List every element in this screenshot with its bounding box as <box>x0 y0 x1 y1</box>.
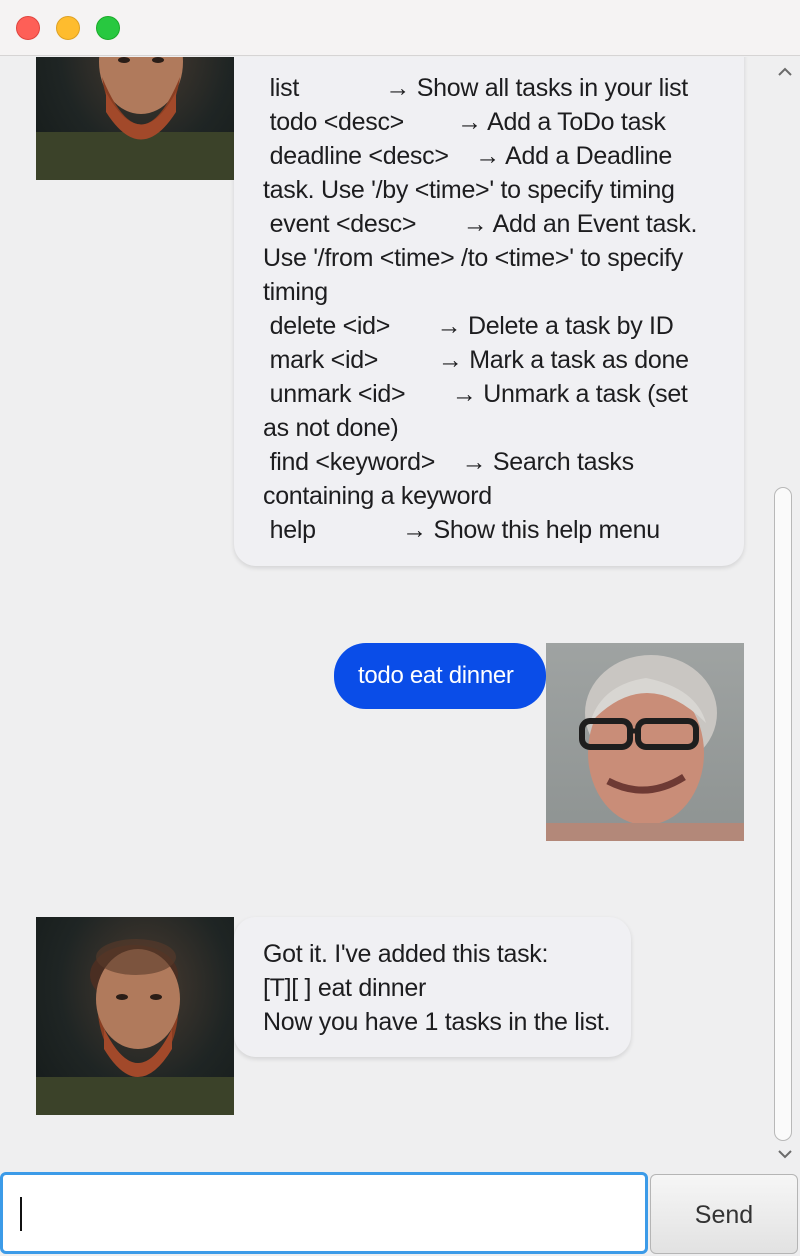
help-command: deadline <desc> <box>263 142 476 170</box>
help-message-bubble: list → Show all tasks in your list todo … <box>234 57 744 566</box>
help-command: delete <id> <box>263 312 437 340</box>
help-row: event <desc> → Add an Event task. Use '/… <box>263 207 718 309</box>
help-command: help <box>263 516 403 544</box>
man-with-glasses-portrait-icon <box>546 655 744 841</box>
help-command: list <box>263 74 386 102</box>
close-window-button[interactable] <box>16 16 40 40</box>
user-message-text: todo eat dinner <box>358 662 514 689</box>
help-command: todo <desc> <box>263 108 458 136</box>
chat-scroll-pane[interactable]: list → Show all tasks in your list todo … <box>0 57 770 1167</box>
help-row: todo <desc> → Add a ToDo task <box>263 105 718 139</box>
help-description: → Mark a task as done <box>437 346 689 374</box>
help-description: → Add a ToDo task <box>457 108 666 136</box>
chevron-down-icon[interactable] <box>774 1143 796 1165</box>
bot-avatar <box>36 917 234 1115</box>
help-description: → Show this help menu <box>402 516 660 544</box>
window-titlebar <box>0 0 800 56</box>
help-row: help → Show this help menu <box>263 513 718 547</box>
help-command: find <keyword> <box>263 448 462 476</box>
bearded-man-portrait-icon <box>36 939 234 1115</box>
maximize-window-button[interactable] <box>96 16 120 40</box>
bearded-man-portrait-icon <box>36 57 234 180</box>
bot-avatar <box>36 57 234 180</box>
help-row: mark <id> → Mark a task as done <box>263 343 718 377</box>
help-command: event <desc> <box>263 210 463 238</box>
message-input[interactable] <box>0 1172 648 1254</box>
help-description: → Delete a task by ID <box>436 312 674 340</box>
help-row: find <keyword> → Search tasks containing… <box>263 445 718 513</box>
help-command: unmark <id> <box>263 380 452 408</box>
send-button[interactable]: Send <box>650 1174 798 1254</box>
user-message-bubble: todo eat dinner <box>334 643 546 709</box>
bot-reply-line: Got it. I've added this task: <box>263 940 549 968</box>
help-row: delete <id> → Delete a task by ID <box>263 309 718 343</box>
user-avatar <box>546 643 744 841</box>
help-row: unmark <id> → Unmark a task (set as not … <box>263 377 718 445</box>
vertical-scrollbar[interactable] <box>770 57 800 1167</box>
bot-reply-line: Now you have 1 tasks in the list. <box>263 1008 611 1036</box>
minimize-window-button[interactable] <box>56 16 80 40</box>
text-caret <box>20 1197 22 1231</box>
bot-reply-line: [T][ ] eat dinner <box>263 974 427 1002</box>
help-row: list → Show all tasks in your list <box>263 71 718 105</box>
help-command: mark <id> <box>263 346 438 374</box>
help-description: → Show all tasks in your list <box>385 74 688 102</box>
scrollbar-thumb[interactable] <box>774 487 792 1141</box>
chevron-up-icon[interactable] <box>774 61 796 83</box>
help-row: deadline <desc> → Add a Deadline task. U… <box>263 139 718 207</box>
bot-reply-bubble: Got it. I've added this task: [T][ ] eat… <box>234 917 631 1057</box>
